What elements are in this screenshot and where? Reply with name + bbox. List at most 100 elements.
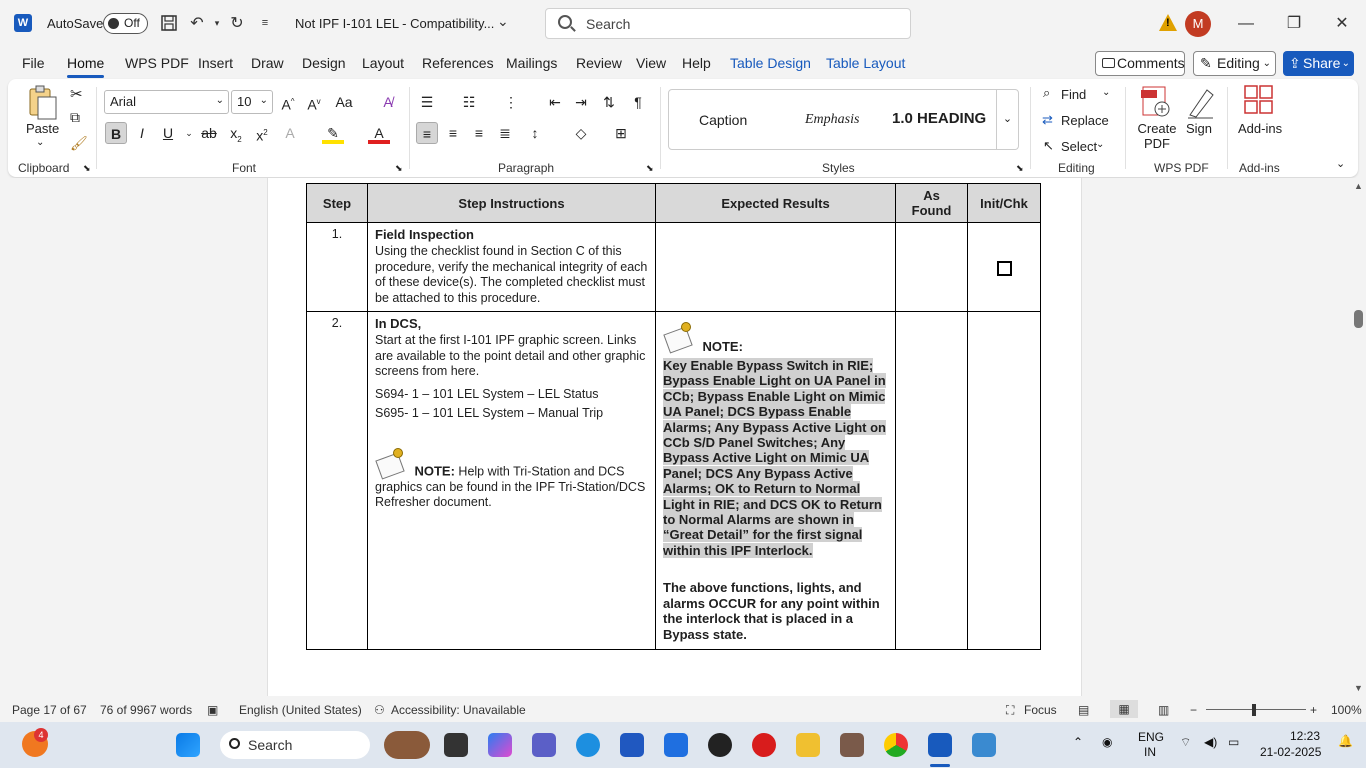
dialog-launcher-icon[interactable]: ⬊: [83, 163, 91, 174]
app-icon[interactable]: [972, 733, 996, 757]
show-formatting-icon[interactable]: ¶: [627, 91, 649, 113]
selected-highlight-text[interactable]: Key Enable Bypass Switch in RIE; Bypass …: [663, 358, 886, 558]
accessibility-status[interactable]: Accessibility: Unavailable: [391, 703, 526, 717]
highlight-color-icon[interactable]: ✎: [322, 122, 344, 144]
customize-toolbar-icon[interactable]: ≡: [254, 12, 276, 34]
zoom-level[interactable]: 100%: [1331, 703, 1362, 717]
style-heading[interactable]: 1.0 HEADING: [892, 110, 986, 127]
zoom-out-icon[interactable]: −: [1190, 703, 1197, 717]
vertical-scrollbar[interactable]: ▲ ▼: [1352, 178, 1366, 696]
read-mode-icon[interactable]: ▤: [1078, 703, 1089, 717]
tab-view[interactable]: View: [636, 55, 666, 71]
sign-icon[interactable]: [1185, 85, 1215, 122]
tab-help[interactable]: Help: [682, 55, 711, 71]
close-icon[interactable]: ✕: [1327, 10, 1357, 38]
zoom-in-icon[interactable]: +: [1310, 703, 1317, 717]
zoom-slider-thumb[interactable]: [1252, 704, 1256, 716]
language-indicator-2[interactable]: IN: [1144, 745, 1156, 759]
document-title[interactable]: Not IPF I-101 LEL - Compatibility...: [295, 16, 494, 31]
focus-button[interactable]: Focus: [1024, 703, 1057, 717]
align-left-icon[interactable]: ≡: [416, 122, 438, 144]
zoom-slider[interactable]: [1206, 709, 1306, 710]
clock-date[interactable]: 21-02-2025: [1260, 745, 1321, 759]
numbering-icon[interactable]: ☷: [458, 91, 480, 113]
subscript-icon[interactable]: x2: [225, 122, 247, 144]
paste-icon[interactable]: [24, 85, 58, 124]
chevron-up-icon[interactable]: ⌃: [1073, 735, 1083, 749]
underline-dropdown-icon[interactable]: ⌄: [178, 122, 200, 144]
tab-review[interactable]: Review: [576, 55, 622, 71]
sort-icon[interactable]: ⇅: [598, 91, 620, 113]
chrome-icon[interactable]: [884, 733, 908, 757]
tab-mailings[interactable]: Mailings: [506, 55, 557, 71]
taskbar-search[interactable]: Search: [220, 731, 370, 759]
step-number[interactable]: 2.: [306, 311, 368, 650]
expected-results-cell[interactable]: NOTE: Key Enable Bypass Switch in RIE; B…: [655, 311, 896, 650]
document-page[interactable]: Step Step Instructions Expected Results …: [267, 178, 1082, 696]
volume-icon[interactable]: ◀): [1204, 735, 1217, 749]
step-instructions-cell[interactable]: Field Inspection Using the checklist fou…: [367, 222, 656, 312]
format-painter-icon[interactable]: 🖌: [70, 135, 88, 152]
scrollbar-thumb[interactable]: [1354, 310, 1363, 328]
strikethrough-icon[interactable]: ab: [198, 122, 220, 144]
tab-home[interactable]: Home: [67, 55, 105, 78]
windows-start-icon[interactable]: [176, 733, 200, 757]
word-taskbar-icon[interactable]: [928, 733, 952, 757]
create-pdf-button[interactable]: Create PDF: [1137, 121, 1177, 151]
expected-results-cell[interactable]: [655, 222, 896, 312]
autosave-toggle[interactable]: Off: [103, 13, 148, 34]
align-right-icon[interactable]: ≡: [468, 122, 490, 144]
teams-icon[interactable]: [532, 733, 556, 757]
tab-references[interactable]: References: [422, 55, 494, 71]
search-input[interactable]: Search: [545, 8, 911, 39]
share-button[interactable]: ⇪ Share ⌄: [1283, 51, 1354, 76]
decrease-indent-icon[interactable]: ⇤: [544, 91, 566, 113]
page-count[interactable]: Page 17 of 67: [12, 703, 87, 717]
copy-icon[interactable]: ⧉: [70, 109, 80, 126]
paste-button[interactable]: Paste: [26, 121, 59, 136]
editing-mode-button[interactable]: ✎ Editing ⌄: [1193, 51, 1276, 76]
app-icon[interactable]: [840, 733, 864, 757]
add-ins-icon[interactable]: [1244, 85, 1274, 118]
increase-indent-icon[interactable]: ⇥: [570, 91, 592, 113]
styles-more-icon[interactable]: ⌄: [996, 90, 1018, 149]
shrink-font-icon[interactable]: Av: [303, 91, 325, 113]
minimize-icon[interactable]: —: [1231, 10, 1261, 38]
style-caption[interactable]: Caption: [699, 112, 747, 128]
avatar[interactable]: M: [1185, 11, 1211, 37]
word-count[interactable]: 76 of 9967 words: [100, 703, 192, 717]
tab-wps-pdf[interactable]: WPS PDF: [125, 55, 189, 71]
style-emphasis[interactable]: Emphasis: [805, 112, 859, 128]
grow-font-icon[interactable]: A^: [277, 91, 299, 113]
dialog-launcher-icon[interactable]: ⬊: [1016, 163, 1024, 174]
dialog-launcher-icon[interactable]: ⬊: [395, 163, 403, 174]
network-status-icon[interactable]: ◉: [1102, 735, 1112, 749]
notification-bell-icon[interactable]: 🔔: [1338, 734, 1353, 748]
store-icon[interactable]: [620, 733, 644, 757]
cut-icon[interactable]: ✂: [70, 85, 83, 103]
web-layout-icon[interactable]: ▥: [1158, 703, 1169, 717]
underline-button[interactable]: U: [157, 122, 179, 144]
italic-button[interactable]: I: [131, 122, 153, 144]
warning-icon[interactable]: !: [1159, 14, 1177, 31]
tab-layout[interactable]: Layout: [362, 55, 404, 71]
scroll-down-icon[interactable]: ▼: [1354, 683, 1363, 693]
save-icon[interactable]: [158, 12, 180, 34]
tab-design[interactable]: Design: [302, 55, 346, 71]
clock-time[interactable]: 12:23: [1290, 729, 1320, 743]
replace-button[interactable]: Replace: [1061, 113, 1109, 128]
proofing-icon[interactable]: ▣: [207, 703, 218, 717]
edge-icon[interactable]: [576, 733, 600, 757]
text-effects-icon[interactable]: A: [279, 122, 301, 144]
font-name-select[interactable]: Arial ⌄: [104, 90, 229, 114]
language-indicator-1[interactable]: ENG: [1138, 730, 1164, 744]
copilot-icon[interactable]: [488, 733, 512, 757]
dell-icon[interactable]: [708, 733, 732, 757]
as-found-cell[interactable]: [895, 311, 968, 650]
superscript-icon[interactable]: x2: [251, 122, 273, 144]
add-ins-button[interactable]: Add-ins: [1238, 121, 1282, 136]
init-chk-cell[interactable]: [967, 311, 1041, 650]
borders-icon[interactable]: ⊞: [610, 122, 632, 144]
redo-icon[interactable]: ↻: [226, 12, 248, 34]
select-button[interactable]: Select: [1061, 139, 1097, 154]
